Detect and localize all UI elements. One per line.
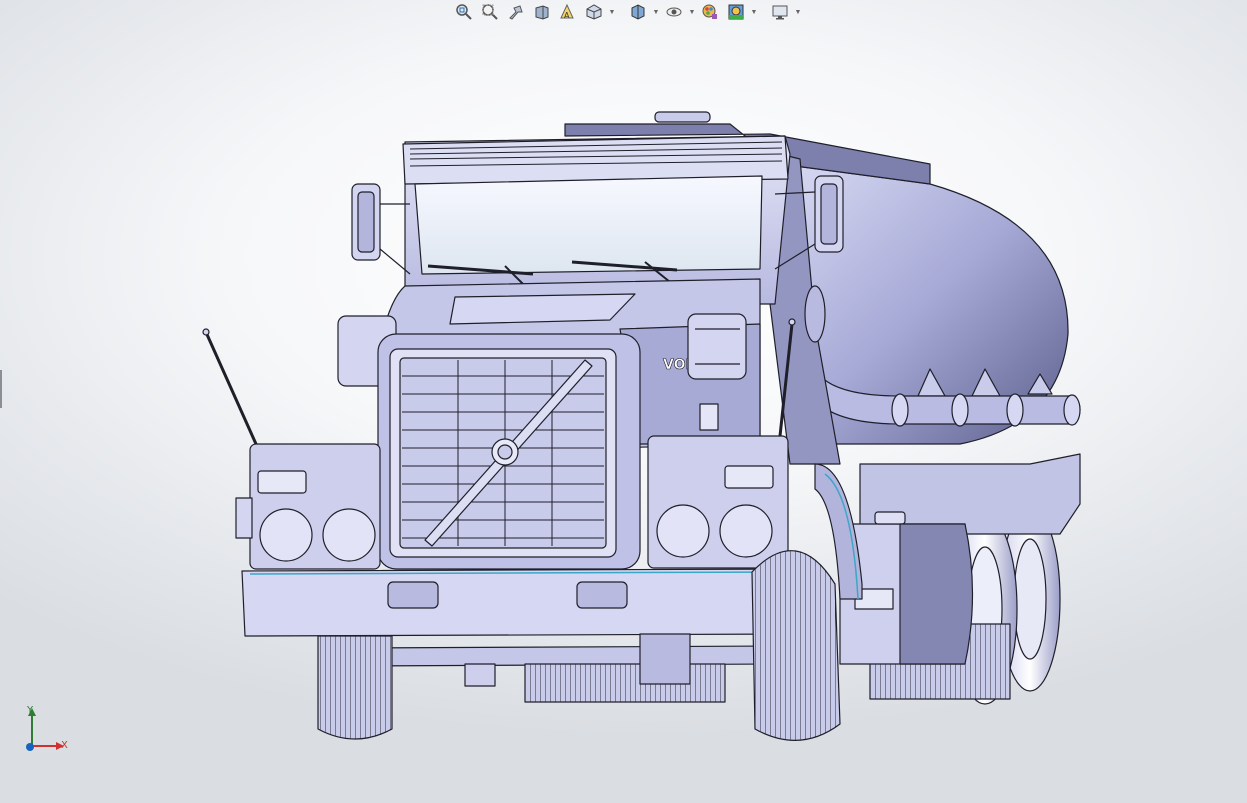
view-settings-dropdown[interactable]: ▼ <box>794 1 802 23</box>
hide-show-items-icon[interactable] <box>662 1 686 23</box>
view-settings-icon[interactable] <box>768 1 792 23</box>
apply-scene-dropdown[interactable]: ▼ <box>750 1 758 23</box>
heads-up-view-toolbar: A ▼ ▼ ▼ ▼ ▼ <box>452 0 802 24</box>
model-viewport[interactable]: VOLVO <box>0 24 1247 803</box>
section-view-icon[interactable] <box>530 1 554 23</box>
previous-view-icon[interactable] <box>504 1 528 23</box>
view-orientation-dropdown[interactable]: ▼ <box>608 1 616 23</box>
dynamic-annotation-icon[interactable]: A <box>556 1 580 23</box>
apply-scene-icon[interactable] <box>724 1 748 23</box>
grille <box>377 333 641 570</box>
triad-x-label: X <box>61 740 68 751</box>
display-style-icon[interactable] <box>626 1 650 23</box>
view-orientation-icon[interactable] <box>582 1 606 23</box>
edit-appearance-icon[interactable] <box>698 1 722 23</box>
triad-y-label: Y <box>27 705 34 716</box>
svg-text:A: A <box>564 11 570 20</box>
windshield <box>414 175 763 275</box>
hide-show-items-dropdown[interactable]: ▼ <box>688 1 696 23</box>
zoom-to-area-icon[interactable] <box>478 1 502 23</box>
zoom-to-fit-icon[interactable] <box>452 1 476 23</box>
display-style-dropdown[interactable]: ▼ <box>652 1 660 23</box>
reference-triad: X Y <box>18 700 78 760</box>
front-bumper <box>241 568 793 637</box>
undercarriage <box>354 633 781 703</box>
truck-cab <box>402 135 791 305</box>
